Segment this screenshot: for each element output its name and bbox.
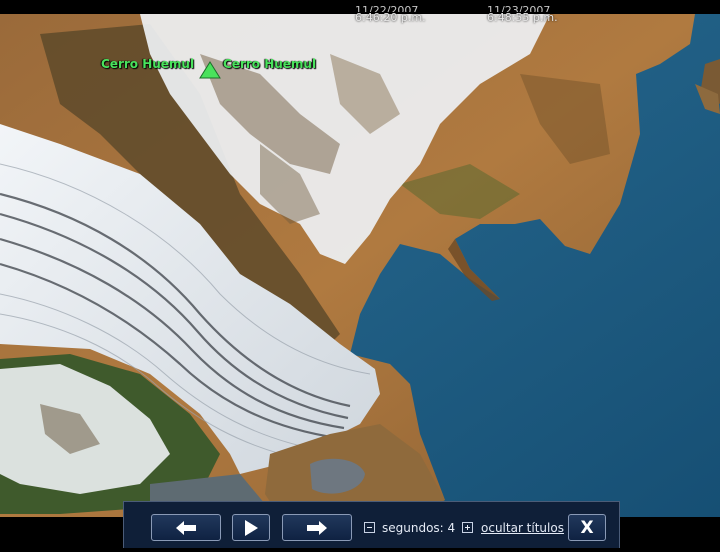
close-button[interactable]: X	[568, 514, 606, 541]
minus-icon	[367, 527, 372, 528]
place-label-cerro-huemul-right[interactable]: Cerro Huemul	[223, 57, 316, 71]
decrease-seconds-button[interactable]	[364, 522, 375, 533]
seconds-display: segundos: 4	[382, 521, 455, 535]
timestamp-left: 11/22/2007 6:46:20 p.m.	[355, 5, 426, 24]
timestamp-right-time: 6:48:55 p.m.	[487, 11, 558, 24]
next-button[interactable]	[282, 514, 352, 541]
slideshow-controls: segundos: 4 ocultar títulos X	[123, 501, 620, 548]
arrow-left-icon	[176, 520, 196, 535]
seconds-label: segundos:	[382, 521, 444, 535]
increase-seconds-button[interactable]	[462, 522, 473, 533]
slideshow-viewer: 11/22/2007 6:46:20 p.m. 11/23/2007 6:48:…	[0, 0, 720, 552]
timestamp-left-time: 6:46:20 p.m.	[355, 11, 426, 24]
timestamp-right: 11/23/2007 6:48:55 p.m.	[487, 5, 558, 24]
seconds-value: 4	[447, 521, 456, 535]
previous-button[interactable]	[151, 514, 221, 541]
hide-titles-link[interactable]: ocultar títulos	[481, 521, 564, 535]
play-button[interactable]	[232, 514, 270, 541]
satellite-image	[0, 14, 720, 517]
timestamp-right-date: 11/23/2007	[487, 5, 551, 12]
play-icon	[245, 519, 258, 536]
timestamp-left-date: 11/22/2007	[355, 5, 419, 12]
glacier-landscape	[0, 14, 720, 517]
arrow-right-icon	[307, 520, 327, 535]
place-label-cerro-huemul-left[interactable]: Cerro Huemul	[101, 57, 194, 71]
mountain-peak-icon[interactable]	[199, 61, 221, 79]
